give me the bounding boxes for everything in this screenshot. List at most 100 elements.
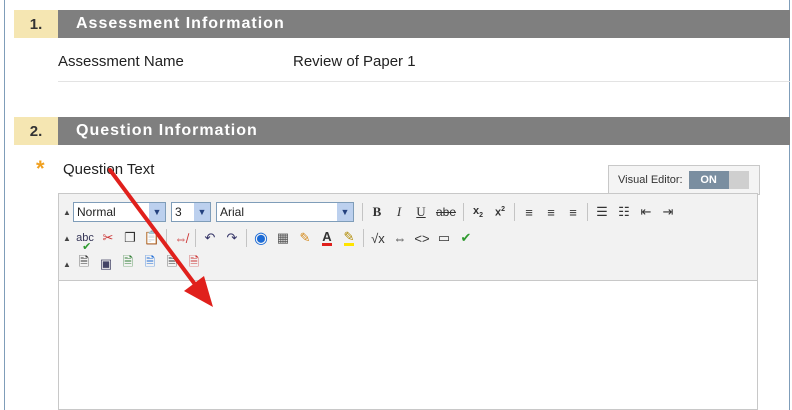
copy-icon: ❐	[124, 230, 136, 245]
insert-table-button[interactable]: ▦	[272, 228, 294, 248]
visual-editor-label: Visual Editor:	[618, 174, 683, 186]
align-center-icon: ≡	[547, 204, 555, 220]
align-left-button[interactable]: ≡	[518, 202, 540, 222]
table-icon: ▦	[276, 230, 290, 245]
assessment-name-value: Review of Paper 1	[293, 53, 416, 70]
redo-icon: ↷	[226, 230, 238, 245]
toolbar-separator	[514, 203, 515, 221]
math-equation-button[interactable]: √x	[367, 228, 389, 248]
toolbar-separator	[463, 203, 464, 221]
pencil-icon: ✎	[299, 230, 311, 245]
copy-button[interactable]: ❐	[119, 228, 141, 248]
collapse-toolbar-icon[interactable]: ▲	[63, 260, 71, 269]
redo-button[interactable]: ↷	[221, 228, 243, 248]
format-select[interactable]: Normal ▼	[73, 202, 166, 222]
indent-button[interactable]: ⇥	[657, 202, 679, 222]
font-color-icon: A	[322, 229, 332, 246]
collapse-toolbar-icon[interactable]: ▲	[63, 234, 71, 243]
toolbar-separator	[362, 203, 363, 221]
highlight-pen-button[interactable]: ✎	[294, 228, 316, 248]
editor-toolbar: ▲ Normal ▼ 3 ▼ Arial ▼ B I U abe x2 x2 ≡	[59, 194, 757, 281]
align-center-button[interactable]: ≡	[540, 202, 562, 222]
subscript-button[interactable]: x2	[467, 202, 489, 222]
assessment-name-row: Assessment Name Review of Paper 1	[58, 49, 790, 82]
paste-icon: 📋	[143, 230, 161, 245]
insert-media-button[interactable]: 🗎	[117, 254, 139, 274]
highlighter-icon: ✎	[343, 229, 355, 246]
toolbar-separator	[363, 229, 364, 247]
attach-file-button[interactable]: 🗎	[73, 254, 95, 274]
cut-button[interactable]: ✂	[97, 228, 119, 248]
section-header-question: 2. Question Information	[14, 117, 790, 145]
section-title: Question Information	[58, 117, 790, 145]
mashup-file-icon: 🗎	[188, 254, 200, 269]
question-text-area[interactable]	[59, 281, 757, 409]
outdent-button[interactable]: ⇤	[635, 202, 657, 222]
toolbar-separator	[587, 203, 588, 221]
insert-mashup-button[interactable]: 🗎	[183, 254, 205, 274]
globe-icon: ◉	[254, 230, 268, 247]
font-color-button[interactable]: A	[316, 228, 338, 248]
chevron-down-icon: ▼	[194, 203, 210, 221]
image-icon: ▣	[99, 256, 113, 271]
toolbar-row-3: ▲ 🗎 ▣ 🗎 🗎 🗎 🗎	[63, 252, 205, 276]
toolbar-separator	[195, 229, 196, 247]
font-family-select[interactable]: Arial ▼	[216, 202, 354, 222]
html-source-button[interactable]: <>	[411, 228, 433, 248]
web-file-icon: 🗎	[144, 254, 156, 269]
fullscreen-button[interactable]: ▭	[433, 228, 455, 248]
remove-format-icon: ⇎	[174, 230, 188, 246]
check-icon: ✔	[460, 230, 472, 245]
toolbar-row-2: ▲ abc✔ ✂ ❐ 📋 ⇎ ↶ ↷ ◉ ▦ ✎ A ✎ √x ⇔ <> ▭	[63, 226, 477, 253]
toolbar-separator	[166, 229, 167, 247]
outdent-icon: ⇤	[640, 204, 652, 219]
numbered-list-button[interactable]: ☰	[591, 202, 613, 222]
insert-audio-button[interactable]: 🗎	[161, 254, 183, 274]
visual-editor-toggle-box: Visual Editor: ON	[608, 165, 760, 195]
align-right-icon: ≡	[569, 204, 577, 220]
required-marker: *	[36, 156, 45, 181]
insert-anchor-button[interactable]: ⇔	[389, 228, 411, 248]
align-right-button[interactable]: ≡	[562, 202, 584, 222]
toolbar-row-1: ▲ Normal ▼ 3 ▼ Arial ▼ B I U abe x2 x2 ≡	[63, 200, 679, 224]
spellcheck-button[interactable]: abc ✔	[73, 228, 97, 253]
bulleted-list-icon: ☷	[618, 204, 630, 219]
question-text-label: Question Text	[63, 161, 155, 178]
insert-image-button[interactable]: ▣	[95, 254, 117, 274]
rich-text-editor: ▲ Normal ▼ 3 ▼ Arial ▼ B I U abe x2 x2 ≡	[58, 193, 758, 410]
paste-button[interactable]: 📋	[141, 228, 163, 248]
align-left-icon: ≡	[525, 204, 533, 220]
bulleted-list-button[interactable]: ☷	[613, 202, 635, 222]
superscript-icon: x2	[494, 205, 506, 219]
insert-link-button[interactable]: ◉	[250, 228, 272, 248]
section-title: Assessment Information	[58, 10, 790, 38]
bold-button[interactable]: B	[366, 202, 388, 222]
italic-button[interactable]: I	[388, 202, 410, 222]
undo-button[interactable]: ↶	[199, 228, 221, 248]
section-number: 1.	[14, 10, 58, 38]
format-select-value: Normal	[77, 205, 116, 219]
superscript-button[interactable]: x2	[489, 202, 511, 222]
spellcheck-icon: abc ✔	[76, 232, 94, 253]
code-icon: <>	[414, 230, 430, 246]
collapse-toolbar-icon[interactable]: ▲	[63, 208, 71, 217]
visual-editor-state: ON	[688, 171, 729, 189]
underline-button[interactable]: U	[410, 202, 432, 222]
undo-icon: ↶	[204, 230, 216, 245]
assessment-name-label: Assessment Name	[58, 53, 184, 70]
insert-flash-button[interactable]: 🗎	[139, 254, 161, 274]
numbered-list-icon: ☰	[596, 204, 608, 219]
font-size-select-value: 3	[175, 205, 182, 219]
remove-format-button[interactable]: ⇎	[170, 228, 192, 248]
section-number: 2.	[14, 117, 58, 145]
background-color-button[interactable]: ✎	[338, 228, 360, 248]
strikethrough-button[interactable]: abe	[432, 202, 460, 222]
file-icon: 🗎	[78, 254, 90, 269]
window-icon: ▭	[437, 230, 451, 245]
font-family-select-value: Arial	[220, 205, 245, 219]
font-size-select[interactable]: 3 ▼	[171, 202, 211, 222]
visual-editor-toggle[interactable]: ON	[688, 171, 749, 189]
check-button[interactable]: ✔	[455, 228, 477, 248]
square-root-icon: √x	[371, 230, 385, 246]
section-header-assessment: 1. Assessment Information	[14, 10, 790, 38]
